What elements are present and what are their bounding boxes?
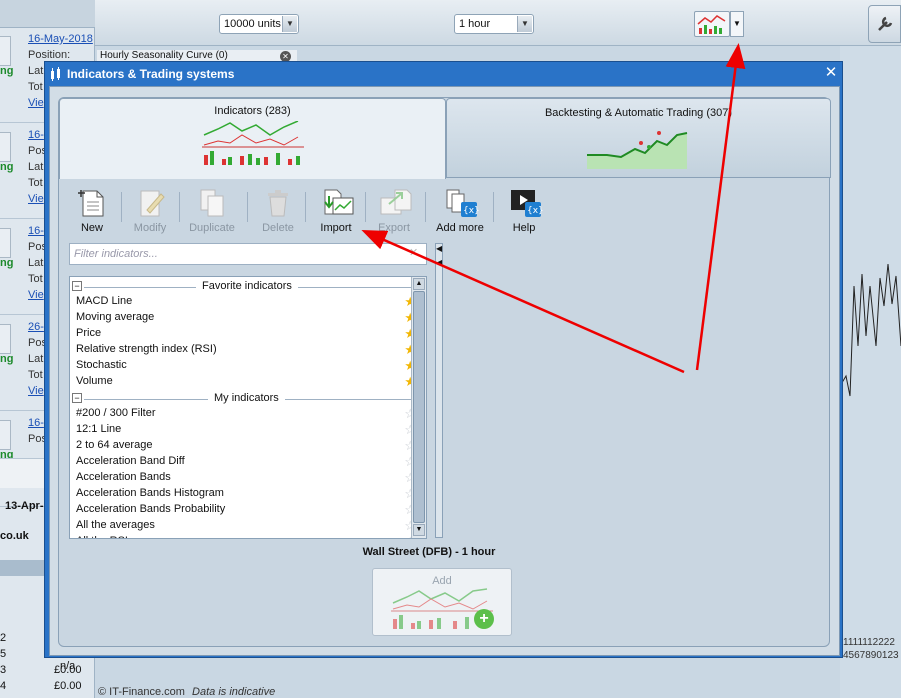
- annotation-arrows: [361, 43, 746, 374]
